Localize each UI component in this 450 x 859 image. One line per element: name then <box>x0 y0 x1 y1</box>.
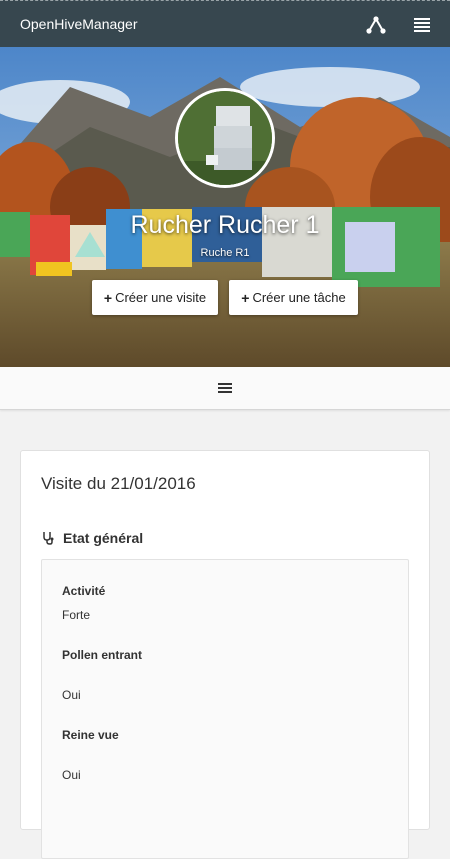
app-toolbar: OpenHiveManager <box>0 0 450 47</box>
hamburger-icon[interactable] <box>217 380 233 396</box>
general-state-panel: Activité Forte Pollen entrant Oui Reine … <box>41 559 409 859</box>
hive-subtitle: Ruche R1 <box>200 247 250 259</box>
visit-title: Visite du 21/01/2016 <box>41 474 196 493</box>
field-value-activity: Forte <box>62 608 91 622</box>
field-value-queen-seen: Oui <box>62 768 81 782</box>
create-visit-button[interactable]: + Créer une visite <box>92 280 218 315</box>
apiary-hero: Rucher Rucher 1 Ruche R1 + Créer une vis… <box>0 47 450 367</box>
plus-icon: + <box>103 289 113 306</box>
general-state-heading: Etat général <box>41 530 143 546</box>
apiary-title: Rucher Rucher 1 <box>130 211 320 239</box>
field-label-incoming-pollen: Pollen entrant <box>62 648 143 662</box>
secondary-toolbar <box>0 367 450 410</box>
create-visit-label: Créer une visite <box>115 290 207 305</box>
general-state-label: Etat général <box>63 530 144 546</box>
hive-avatar <box>175 88 275 188</box>
menu-icon[interactable] <box>411 14 433 36</box>
field-value-incoming-pollen: Oui <box>62 688 81 702</box>
share-icon[interactable] <box>365 14 387 36</box>
field-label-activity: Activité <box>62 584 106 598</box>
visit-card: Visite du 21/01/2016 Etat général Activi… <box>20 450 430 859</box>
plus-icon: + <box>241 289 250 306</box>
create-task-button[interactable]: + Créer une tâche <box>229 280 358 315</box>
app-title[interactable]: OpenHiveManager <box>20 16 138 32</box>
field-label-queen-seen: Reine vue <box>62 728 119 742</box>
create-task-label: Créer une tâche <box>252 290 346 305</box>
stethoscope-icon <box>43 532 54 545</box>
